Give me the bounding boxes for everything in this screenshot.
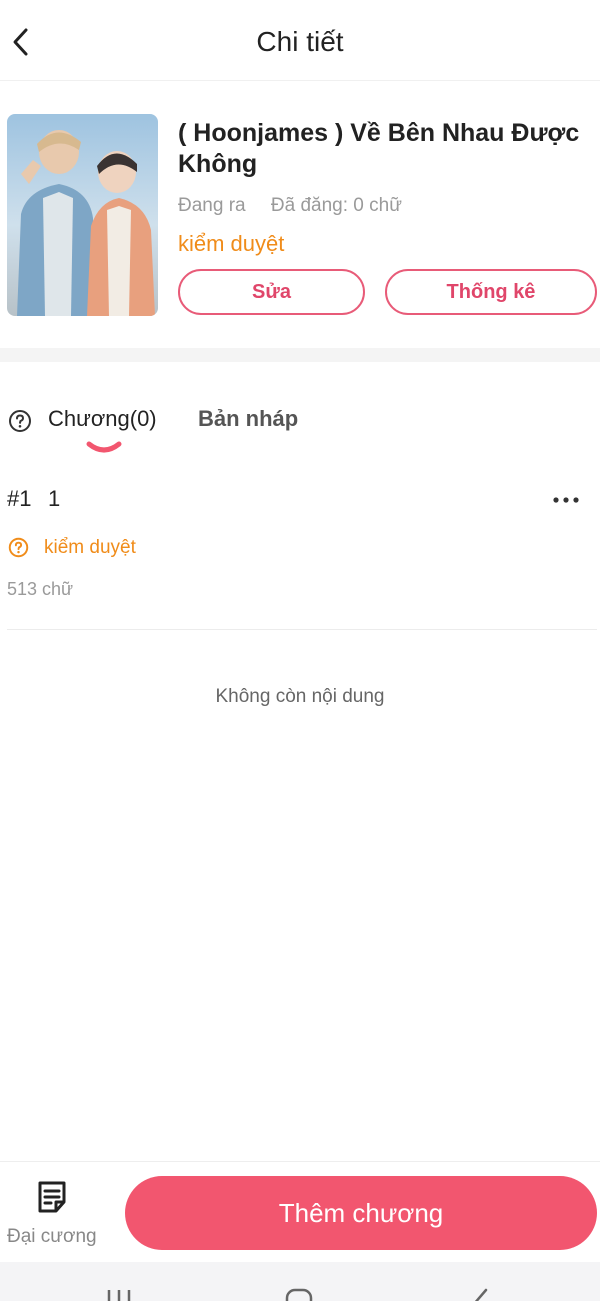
back-nav-icon[interactable] <box>468 1288 490 1301</box>
recent-apps-icon[interactable] <box>106 1288 132 1301</box>
more-options-button[interactable] <box>548 488 584 512</box>
add-chapter-button[interactable]: Thêm chương <box>125 1176 597 1250</box>
more-horizontal-icon <box>553 497 579 503</box>
edit-button[interactable]: Sửa <box>178 269 365 315</box>
book-detail-screen: Chi tiết ( Hoonjames ) Về Bên Nhau Được … <box>0 0 600 1301</box>
outline-label: Đại cương <box>7 1226 97 1247</box>
tab-drafts[interactable]: Bản nháp <box>198 406 298 432</box>
chapter-word-count: 513 chữ <box>7 579 74 599</box>
bottom-action-bar: Đại cương Thêm chương <box>0 1161 600 1263</box>
chapter-review-status: kiểm duyệt <box>44 537 136 558</box>
help-circle-icon <box>8 537 29 558</box>
publish-status: Đang ra <box>178 195 246 216</box>
book-cover-image[interactable] <box>7 114 158 316</box>
empty-state-message: Không còn nội dung <box>215 686 385 707</box>
active-tab-indicator <box>86 441 122 453</box>
review-status: kiểm duyệt <box>178 231 285 256</box>
outline-button[interactable]: Đại cương <box>0 1162 108 1262</box>
chapter-number: #1 <box>7 486 32 511</box>
row-divider <box>7 629 597 630</box>
book-title: ( Hoonjames ) Về Bên Nhau Được Không <box>178 119 580 178</box>
book-meta: Đang ra Đã đăng: 0 chữ <box>178 195 402 217</box>
statistics-button[interactable]: Thống kê <box>385 269 597 315</box>
tab-chapters[interactable]: Chương(0) <box>48 406 157 432</box>
section-divider <box>0 348 600 362</box>
page-title: Chi tiết <box>256 26 344 57</box>
word-count: Đã đăng: 0 chữ <box>270 195 402 216</box>
home-icon[interactable] <box>285 1288 313 1301</box>
header: Chi tiết <box>0 0 600 81</box>
system-navigation-bar <box>0 1262 600 1301</box>
chapter-list-item[interactable]: #1 1 kiểm duyệt 513 chữ <box>0 470 600 630</box>
outline-document-icon <box>38 1181 66 1213</box>
help-circle-icon[interactable] <box>8 409 32 433</box>
chapter-name: 1 <box>48 486 61 511</box>
